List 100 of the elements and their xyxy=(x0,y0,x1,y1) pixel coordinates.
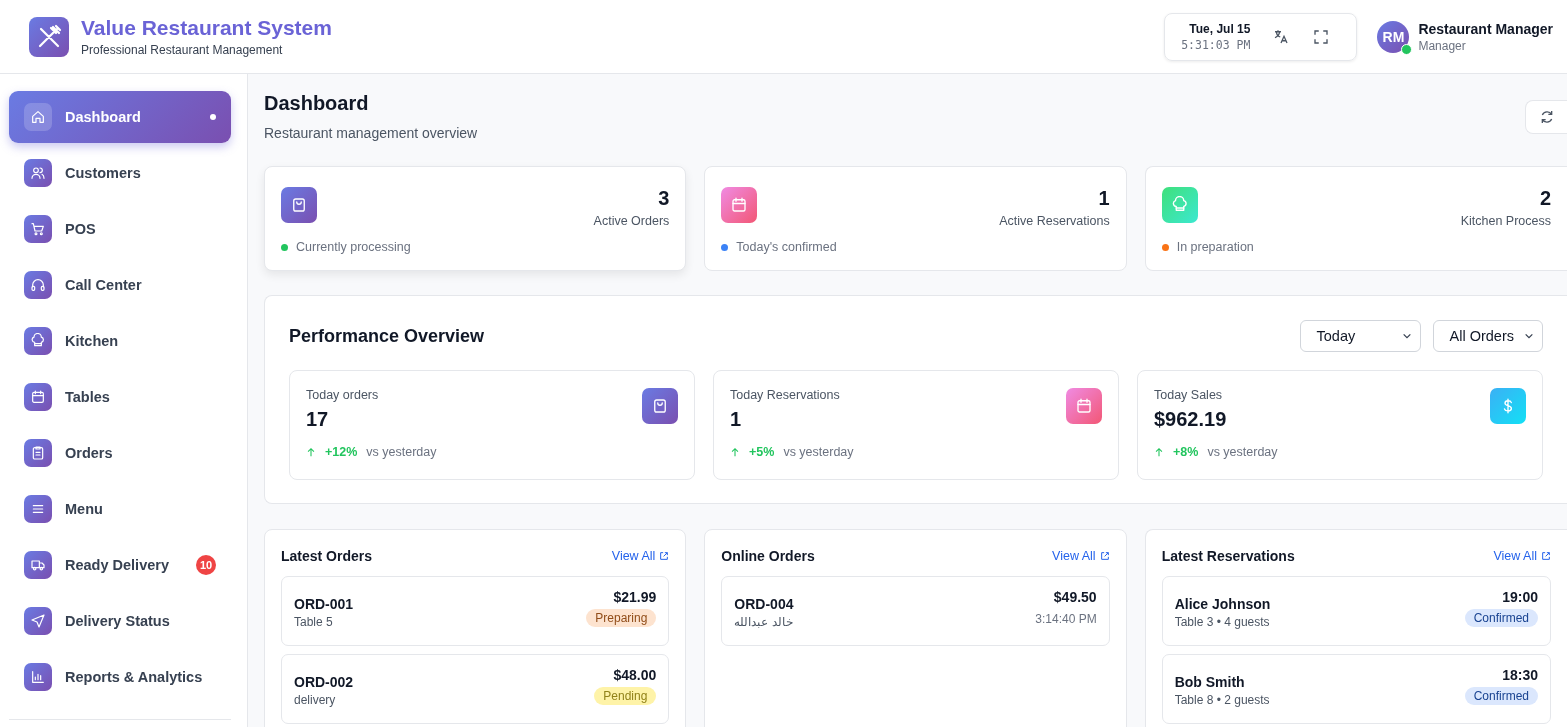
entry-amount: $21.99 xyxy=(613,589,657,605)
stat-value: 3 xyxy=(657,187,670,210)
cart-icon xyxy=(24,215,52,243)
entry-title: Alice Johnson xyxy=(1174,596,1271,612)
section-title: Performance Overview xyxy=(289,325,485,347)
change-percent: +8% xyxy=(1173,445,1199,459)
change-percent: +12% xyxy=(325,445,358,459)
sidebar-item[interactable]: Ready Delivery 10 xyxy=(9,539,231,591)
panel-title: Online Orders xyxy=(721,548,815,564)
entry-detail: Table 3 • 4 guests xyxy=(1174,615,1271,629)
entry-amount: 18:30 xyxy=(1502,667,1538,683)
change-caption: vs yesterday xyxy=(783,445,854,459)
calendar-icon xyxy=(24,383,52,411)
stat-value: 1 xyxy=(1097,187,1110,210)
count-badge: 10 xyxy=(196,555,216,575)
date-text: Tue, Jul 15 xyxy=(1188,21,1251,36)
entry-detail: خالد عبدالله xyxy=(734,615,794,629)
entry-detail: delivery xyxy=(294,693,337,707)
metric-value: 1 xyxy=(730,408,743,431)
chevron-down-icon xyxy=(1401,331,1412,341)
sidebar-item[interactable]: Call Center xyxy=(9,259,231,311)
up-arrow-icon xyxy=(306,447,316,457)
sidebar-item[interactable]: Orders xyxy=(9,427,231,479)
sidebar-item[interactable]: Dashboard xyxy=(9,91,231,143)
metric-value: $962.19 xyxy=(1154,408,1227,431)
entry-detail: Table 5 xyxy=(294,615,334,629)
change-caption: vs yesterday xyxy=(1207,445,1278,459)
entry-amount: 19:00 xyxy=(1502,589,1538,605)
paper-plane-icon xyxy=(24,607,52,635)
sidebar-item[interactable]: Kitchen xyxy=(9,315,231,367)
calendar-icon xyxy=(721,187,758,223)
refresh-button[interactable] xyxy=(1525,100,1567,134)
fullscreen-icon[interactable] xyxy=(1312,27,1331,46)
external-link-icon xyxy=(659,551,670,561)
view-all-link[interactable]: View All xyxy=(1052,549,1110,563)
sidebar-item[interactable]: Delivery Status xyxy=(9,595,231,647)
stat-note: In preparation xyxy=(1176,240,1254,254)
people-icon xyxy=(24,159,52,187)
view-all-link[interactable]: View All xyxy=(611,549,670,563)
dollar-icon xyxy=(1490,388,1526,424)
list-icon xyxy=(24,495,52,523)
chef-hat-icon xyxy=(24,327,52,355)
list-entry[interactable]: ORD-002 delivery $48.00 Pending xyxy=(281,654,670,724)
metric-value: 17 xyxy=(306,408,330,431)
sidebar-item[interactable]: Reports & Analytics xyxy=(9,651,231,703)
status-badge: Preparing xyxy=(586,609,657,627)
sidebar-item[interactable]: Menu xyxy=(9,483,231,535)
calendar-icon xyxy=(1066,388,1102,424)
stat-label: Active Reservations xyxy=(999,214,1110,228)
sidebar-item[interactable]: Tables xyxy=(9,371,231,423)
bag-icon xyxy=(642,388,678,424)
up-arrow-icon xyxy=(730,447,740,457)
filter-dropdown[interactable]: All Orders xyxy=(1432,320,1543,352)
bag-icon xyxy=(281,187,317,223)
app-title: Value Restaurant System xyxy=(81,16,332,40)
stat-label: Active Orders xyxy=(593,214,670,228)
house-icon xyxy=(24,103,52,131)
clipboard-icon xyxy=(24,439,52,467)
entry-time: 3:14:40 PM xyxy=(1035,612,1097,626)
status-badge: Pending xyxy=(594,687,657,705)
panel-title: Latest Reservations xyxy=(1161,548,1295,564)
stat-note: Currently processing xyxy=(296,240,411,254)
status-badge: Confirmed xyxy=(1464,609,1538,627)
stat-label: Kitchen Process xyxy=(1460,214,1551,228)
stat-note: Today's confirmed xyxy=(736,240,837,254)
panel-title: Latest Orders xyxy=(281,548,373,564)
list-entry[interactable]: Bob Smith Table 8 • 2 guests 18:30 Confirmed xyxy=(1161,654,1551,724)
sidebar-item[interactable]: Customers xyxy=(9,147,231,199)
external-link-icon xyxy=(1099,551,1110,561)
external-link-icon xyxy=(1541,551,1551,561)
stat-value: 2 xyxy=(1538,187,1551,210)
filter-dropdown[interactable]: Today xyxy=(1299,320,1421,352)
page-subtitle: Restaurant management overview xyxy=(264,125,478,141)
truck-icon xyxy=(24,551,52,579)
change-caption: vs yesterday xyxy=(366,445,437,459)
entry-title: ORD-002 xyxy=(294,674,354,690)
metric-label: Today orders xyxy=(306,388,379,402)
user-avatar[interactable]: RM xyxy=(1377,20,1410,53)
list-entry[interactable]: Alice Johnson Table 3 • 4 guests 19:00 Confirmed xyxy=(1161,576,1551,646)
list-entry[interactable]: ORD-001 Table 5 $21.99 Preparing xyxy=(281,576,670,646)
view-all-link[interactable]: View All xyxy=(1493,549,1551,563)
status-badge: Confirmed xyxy=(1464,687,1538,705)
headset-icon xyxy=(24,271,52,299)
entry-detail: Table 8 • 2 guests xyxy=(1174,693,1270,707)
up-arrow-icon xyxy=(1154,447,1164,457)
metric-label: Today Reservations xyxy=(730,388,840,402)
utensils-logo-icon xyxy=(29,16,69,57)
user-name: Restaurant Manager xyxy=(1418,20,1553,37)
chevron-down-icon xyxy=(1524,331,1534,341)
chef-hat-icon xyxy=(1161,187,1198,223)
user-role: Manager xyxy=(1418,38,1467,53)
time-text: 5:31:03 PM xyxy=(1181,37,1251,52)
page-title: Dashboard xyxy=(264,92,370,115)
bar-chart-icon xyxy=(24,663,52,691)
change-percent: +5% xyxy=(749,445,775,459)
entry-title: ORD-001 xyxy=(294,596,354,612)
entry-title: Bob Smith xyxy=(1174,674,1246,690)
entry-amount: $48.00 xyxy=(613,667,657,683)
metric-label: Today Sales xyxy=(1154,388,1224,402)
sidebar-item[interactable]: POS xyxy=(9,203,231,255)
